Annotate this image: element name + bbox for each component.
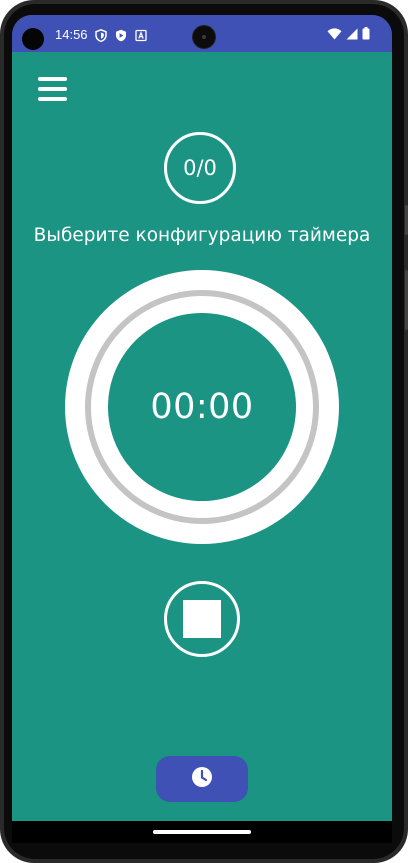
punch-hole-camera [193,26,215,48]
home-gesture-bar[interactable] [153,830,251,834]
front-camera-dot [22,28,44,50]
status-icons-right [327,25,370,44]
timer-progress-ring: 00:00 [85,290,319,524]
timer-dial: 00:00 [65,270,339,544]
cycle-counter: 0/0 [164,132,236,204]
play-shield-icon [115,27,127,42]
battery-icon [362,25,370,44]
timer-config-prompt: Выберите конфигурацию таймера [33,225,371,246]
status-bar: 14:56 [12,15,392,52]
timer-display: 00:00 [108,313,296,501]
timer-config-fab[interactable] [156,756,248,802]
shield-icon [95,27,107,43]
clock-icon [191,766,213,792]
signal-icon [346,25,358,44]
navigation-bar [12,821,392,843]
status-time: 14:56 [55,27,88,42]
a-badge-icon [135,27,147,42]
hamburger-menu-icon[interactable] [38,77,68,101]
app-screen: 14:56 0/0 Выберите конфигурацию таймера … [12,15,392,821]
wifi-icon [327,25,342,44]
phone-frame: 14:56 0/0 Выберите конфигурацию таймера … [0,0,408,863]
stop-icon [183,600,221,638]
stop-button[interactable] [164,581,240,657]
